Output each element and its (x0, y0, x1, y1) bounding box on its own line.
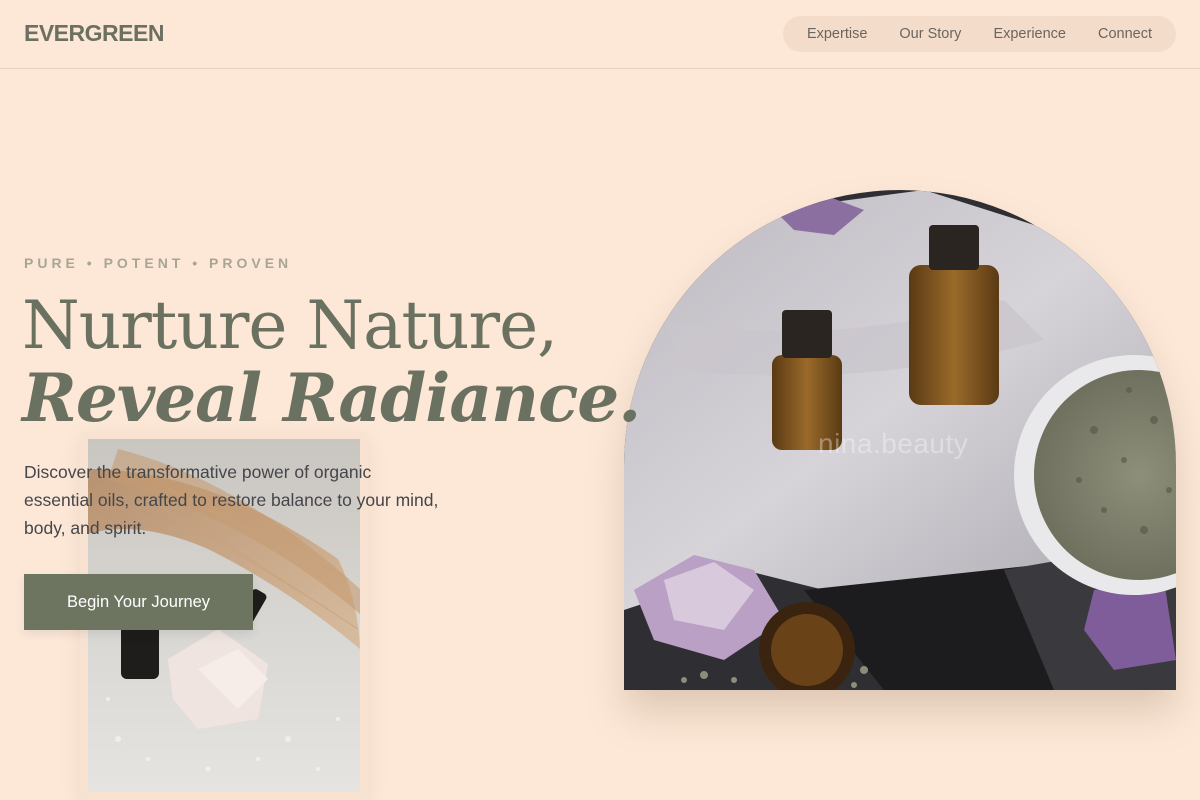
nav-item-experience[interactable]: Experience (993, 26, 1066, 42)
hero-description: Discover the transformative power of org… (24, 462, 439, 538)
hero-eyebrow: PURE • POTENT • PROVEN (24, 255, 293, 271)
headline-line-2: Reveal Radiance. (22, 359, 641, 437)
site-header: EVERGREEN Expertise Our Story Experience… (0, 0, 1200, 69)
begin-journey-button[interactable]: Begin Your Journey (24, 574, 253, 630)
image-watermark: nina.beauty (818, 428, 969, 459)
hero-headline: Nurture Nature, Reveal Radiance. (22, 287, 641, 437)
nav-item-our-story[interactable]: Our Story (899, 26, 961, 42)
main-nav: Expertise Our Story Experience Connect (782, 16, 1176, 52)
nav-item-expertise[interactable]: Expertise (807, 26, 867, 42)
brand-logo[interactable]: EVERGREEN (24, 20, 164, 47)
nav-item-connect[interactable]: Connect (1098, 26, 1152, 42)
headline-line-1: Nurture Nature, (22, 287, 558, 364)
